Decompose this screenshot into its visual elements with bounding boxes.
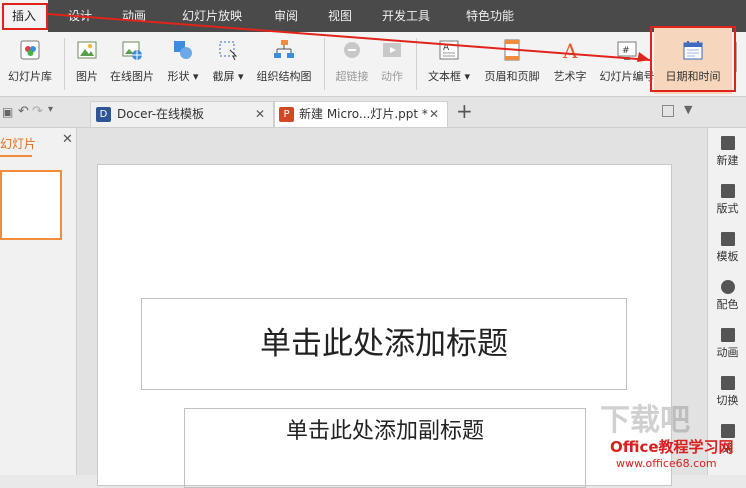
task-layout-label: 版式: [716, 202, 739, 215]
new-tab-icon[interactable]: +: [456, 99, 473, 123]
task-new-button[interactable]: 新建: [708, 136, 746, 168]
layout-icon: [720, 184, 735, 198]
current-tab-label: 新建 Micro...灯片.ppt *: [299, 107, 428, 121]
subtitle-placeholder[interactable]: 单击此处添加副标题: [184, 408, 586, 488]
task-animation-label: 动画: [716, 346, 739, 359]
window-menu-icon[interactable]: ▼: [684, 103, 692, 116]
slides-tab-underline: [0, 155, 32, 157]
docer-tab-label: Docer-在线模板: [117, 107, 205, 121]
task-transition-label: 切换: [716, 394, 739, 407]
slide-thumbnail[interactable]: [0, 170, 62, 240]
watermark-line1: Office教程学习网: [610, 438, 734, 456]
template-icon: [720, 232, 735, 246]
task-template-button[interactable]: 模板: [708, 232, 746, 264]
redo-icon[interactable]: ↷: [32, 104, 43, 119]
task-new-label: 新建: [716, 154, 739, 167]
undo-icon[interactable]: ↶: [18, 104, 29, 119]
slide-page[interactable]: 单击此处添加标题 单击此处添加副标题: [97, 164, 672, 488]
task-layout-button[interactable]: 版式: [708, 184, 746, 216]
palette-icon: [720, 280, 735, 294]
tab-docer-templates[interactable]: D Docer-在线模板 ✕: [90, 101, 274, 127]
subtitle-placeholder-text: 单击此处添加副标题: [285, 419, 484, 444]
document-tab-bar: ▣ ↶ ↷ ▾ D Docer-在线模板 ✕ P 新建 Micro...灯片.p…: [0, 97, 746, 128]
task-transition-button[interactable]: 切换: [708, 376, 746, 408]
transition-icon: [720, 376, 735, 390]
animation-icon: [720, 328, 735, 342]
close-panel-icon[interactable]: ✕: [62, 132, 73, 147]
ppt-file-icon: P: [279, 107, 294, 122]
task-color-scheme-button[interactable]: 配色: [708, 280, 746, 312]
docer-icon: D: [96, 107, 111, 122]
title-placeholder-text: 单击此处添加标题: [260, 326, 508, 362]
close-tab-icon[interactable]: ✕: [255, 102, 265, 127]
chevron-down-icon[interactable]: ▾: [48, 104, 53, 115]
panel-toggle-icon[interactable]: ▣: [2, 105, 13, 119]
task-template-label: 模板: [716, 250, 739, 263]
annotation-arrow: [47, 13, 651, 62]
watermark-big: 下载吧: [600, 403, 690, 438]
title-placeholder[interactable]: 单击此处添加标题: [141, 298, 627, 390]
task-color-scheme-label: 配色: [716, 298, 739, 311]
slide-thumbnail-panel: 幻灯片 ✕: [0, 128, 77, 475]
tab-current-presentation[interactable]: P 新建 Micro...灯片.ppt * ✕: [274, 101, 448, 127]
task-animation-button[interactable]: 动画: [708, 328, 746, 360]
slides-panel-label[interactable]: 幻灯片: [0, 135, 36, 152]
restore-window-icon[interactable]: [662, 105, 674, 117]
close-tab-icon[interactable]: ✕: [429, 102, 439, 127]
watermark-line2: www.office68.com: [616, 457, 717, 470]
task-pane: 新建 版式 模板 配色 动画 切换 采: [707, 128, 746, 475]
new-slide-icon: [720, 136, 735, 150]
